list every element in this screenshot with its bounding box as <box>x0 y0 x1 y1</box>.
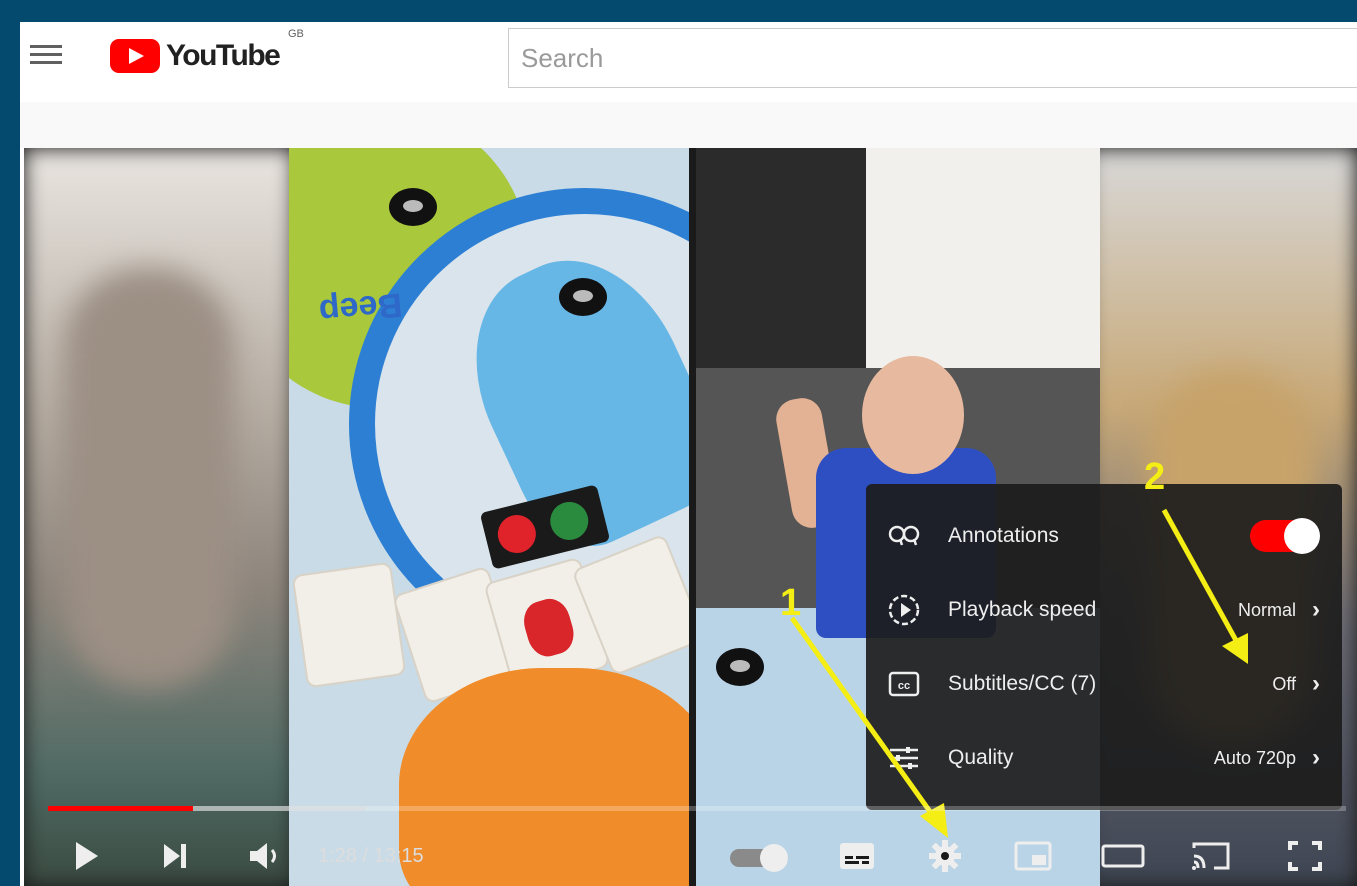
wheel-shape <box>559 278 607 316</box>
svg-text:cc: cc <box>898 680 910 692</box>
hamburger-menu-icon[interactable] <box>30 40 62 68</box>
settings-menu: Annotations Playback speed Normal › cc S… <box>866 484 1342 810</box>
menu-item-label: Subtitles/CC (7) <box>948 672 1097 695</box>
miniplayer-button[interactable] <box>1008 834 1058 878</box>
logo-text: YouTube <box>166 39 281 72</box>
theater-mode-icon <box>1101 844 1145 868</box>
orange-car-shape <box>399 668 689 886</box>
subtitles-cc-icon: cc <box>888 671 920 697</box>
chevron-right-icon: › <box>1312 670 1320 697</box>
masthead-spacer <box>20 102 1357 148</box>
progress-bar[interactable] <box>48 806 1346 811</box>
cast-button[interactable] <box>1186 834 1236 878</box>
menu-item-value: Off <box>1272 674 1296 694</box>
subtitles-icon <box>840 843 874 869</box>
quality-icon <box>890 747 918 769</box>
next-button[interactable] <box>150 834 200 878</box>
annotations-icon <box>888 525 920 546</box>
wheel-shape <box>389 188 437 226</box>
fullscreen-button[interactable] <box>1280 834 1330 878</box>
settings-icon <box>929 840 961 872</box>
time-display: 1:28 / 13:15 <box>318 845 424 867</box>
miniplayer-icon <box>1014 841 1052 871</box>
menu-item-value: Normal <box>1237 600 1296 620</box>
theater-mode-button[interactable] <box>1098 834 1148 878</box>
video-frame-left: Beep <box>289 148 689 886</box>
volume-icon <box>250 843 276 869</box>
fullscreen-icon <box>1288 841 1322 871</box>
browser-frame: YouTube GB Search Beep Annotations Playb… <box>20 22 1357 886</box>
menu-item-label: Playback speed <box>948 598 1097 621</box>
blurred-person-left <box>64 268 234 688</box>
annotations-toggle[interactable] <box>1250 518 1320 554</box>
play-icon <box>76 842 98 870</box>
region-code: GB <box>288 28 304 40</box>
masthead: YouTube GB Search <box>20 22 1357 102</box>
search-input[interactable]: Search <box>508 28 1357 88</box>
menu-item-label: Annotations <box>948 524 1059 547</box>
playback-speed-icon <box>888 594 920 626</box>
menu-item-quality[interactable]: Quality Auto 720p › <box>866 720 1342 794</box>
settings-button[interactable] <box>920 834 970 878</box>
video-player[interactable]: Beep Annotations Playback speed Normal ›… <box>24 148 1357 886</box>
autoplay-toggle[interactable] <box>730 844 796 872</box>
menu-item-annotations[interactable]: Annotations <box>866 498 1342 572</box>
mat-text: Beep <box>317 285 404 331</box>
child-head <box>862 356 964 474</box>
annotation-number-1: 1 <box>780 582 802 624</box>
menu-item-playback-speed[interactable]: Playback speed Normal › <box>866 572 1342 646</box>
youtube-logo[interactable]: YouTube <box>110 36 281 76</box>
next-icon <box>164 844 186 868</box>
subtitles-button[interactable] <box>832 834 882 878</box>
menu-item-value: Auto 720p <box>1213 748 1296 768</box>
search-placeholder: Search <box>521 43 604 73</box>
annotation-number-2: 2 <box>1144 456 1166 498</box>
autoplay-knob <box>760 844 788 872</box>
chevron-right-icon: › <box>1312 744 1320 771</box>
chevron-right-icon: › <box>1312 596 1320 623</box>
youtube-play-logo-icon <box>110 39 160 73</box>
volume-button[interactable] <box>240 834 290 878</box>
play-button[interactable] <box>60 834 110 878</box>
progress-played <box>48 806 194 811</box>
menu-item-subtitles[interactable]: cc Subtitles/CC (7) Off › <box>866 646 1342 720</box>
menu-item-label: Quality <box>948 746 1014 769</box>
picture-card <box>291 561 407 689</box>
cast-icon <box>1192 842 1230 870</box>
wheel-shape <box>716 648 764 686</box>
